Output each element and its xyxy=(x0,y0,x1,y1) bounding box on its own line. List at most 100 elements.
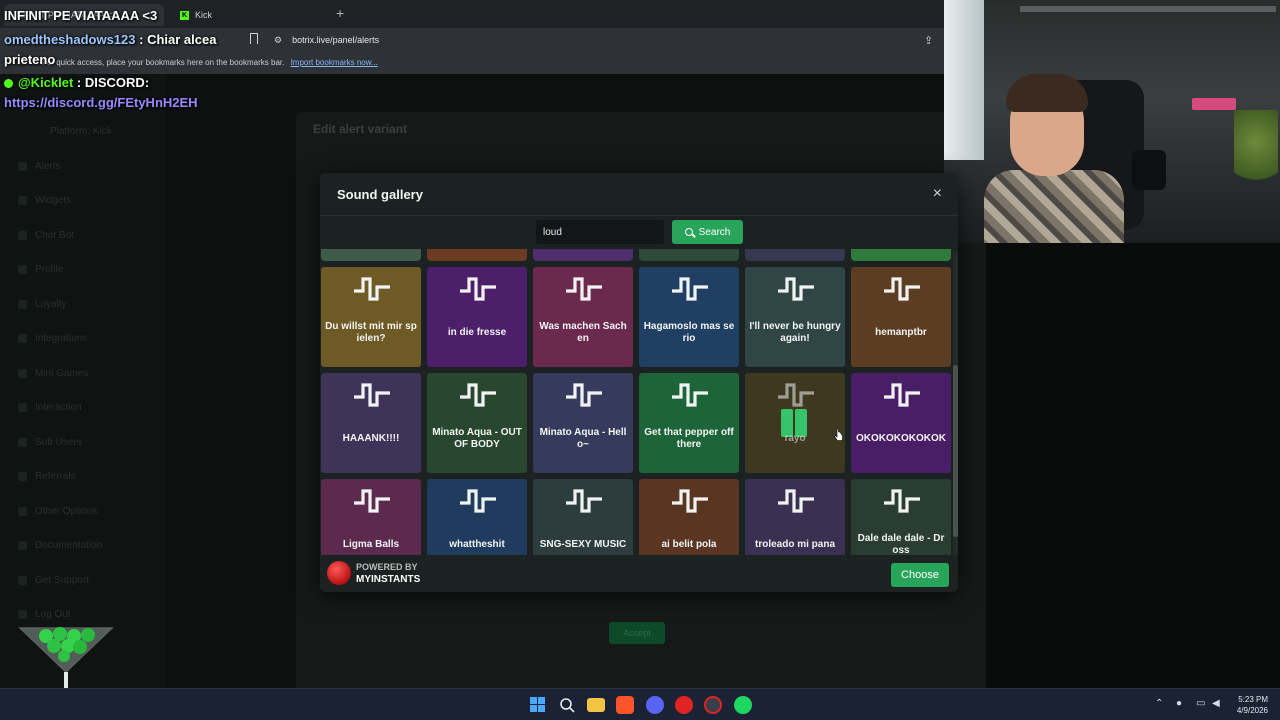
sidebar-item[interactable]: Referrals xyxy=(18,471,76,482)
sound-card[interactable]: I'll never be hungry again! xyxy=(745,267,845,367)
sidebar-item[interactable]: Log Out xyxy=(18,609,71,620)
youtube-icon[interactable] xyxy=(675,696,693,714)
powered-by-brand[interactable]: MYINSTANTS xyxy=(356,574,420,585)
sidebar-item-label: Platform: Kick xyxy=(50,126,112,137)
scrollbar-thumb[interactable] xyxy=(953,365,958,537)
sound-card-label: in die fresse xyxy=(447,327,507,338)
sound-card[interactable]: rayo xyxy=(745,373,845,473)
chat-text: Chiar alcea xyxy=(147,32,217,47)
import-bookmarks-link[interactable]: Import bookmarks now... xyxy=(291,58,378,67)
sound-card[interactable]: Du willst mit mir spielen? xyxy=(321,267,421,367)
sound-card-partial[interactable] xyxy=(745,249,845,261)
sidebar-item[interactable]: Sub Users xyxy=(18,437,82,448)
sound-card[interactable]: hemanptbr xyxy=(851,267,951,367)
waveform-icon xyxy=(354,277,390,301)
sound-card[interactable]: HAAANK!!!! xyxy=(321,373,421,473)
sound-card[interactable]: in die fresse xyxy=(427,267,527,367)
volume-icon[interactable]: ◀ xyxy=(1212,698,1220,709)
start-button[interactable] xyxy=(529,696,547,714)
file-explorer-icon[interactable] xyxy=(587,698,605,712)
sound-card[interactable]: Dale dale dale - Dross xyxy=(851,479,951,555)
sound-card[interactable]: Was machen Sachen xyxy=(533,267,633,367)
search-button-label: Search xyxy=(698,226,731,238)
sidebar-item[interactable]: Other Options xyxy=(18,506,97,517)
close-icon[interactable]: × xyxy=(933,185,942,203)
waveform-icon xyxy=(566,277,602,301)
sidebar-item[interactable]: Alerts xyxy=(18,161,61,172)
network-icon[interactable]: ▭ xyxy=(1196,698,1205,709)
sound-card-label: whattheshit xyxy=(449,539,505,550)
sidebar-item[interactable]: Get Support xyxy=(18,575,89,586)
sidebar-item[interactable]: Loyalty xyxy=(18,299,67,310)
url-text: botrix.live/panel/alerts xyxy=(292,35,380,45)
sidebar-item[interactable]: Profile xyxy=(18,264,63,275)
sound-card[interactable]: troleado mi pana xyxy=(745,479,845,555)
spotify-icon[interactable] xyxy=(734,696,752,714)
sidebar-item-icon xyxy=(18,541,27,550)
bookmark-icon[interactable] xyxy=(250,33,258,44)
sound-card[interactable]: Get that pepper off there xyxy=(639,373,739,473)
chat-text: DISCORD: xyxy=(84,75,150,90)
system-clock[interactable]: 5:23 PM 4/9/2026 xyxy=(1237,694,1268,716)
choose-button[interactable]: Choose xyxy=(891,563,949,587)
url-field[interactable]: ⚙ botrix.live/panel/alerts xyxy=(268,31,940,49)
sound-card-label: Ligma Balls xyxy=(342,539,400,550)
sound-grid: Du willst mit mir spielen? in die fresse W… xyxy=(321,267,951,555)
edit-alert-title: Edit alert variant xyxy=(313,122,408,136)
sound-card-partial[interactable] xyxy=(851,249,951,261)
sound-card[interactable]: SNG-SEXY MUSIC xyxy=(533,479,633,555)
sound-card[interactable]: Minato Aqua - OUT OF BODY xyxy=(427,373,527,473)
sidebar-item-label: Mini Games xyxy=(35,367,89,379)
sound-card-label: Get that pepper off there xyxy=(644,427,734,450)
discord-icon[interactable] xyxy=(646,696,664,714)
waveform-icon xyxy=(672,277,708,301)
chevron-up-icon[interactable]: ⌃ xyxy=(1155,698,1163,709)
microphone-icon[interactable]: ● xyxy=(1176,698,1182,709)
share-icon[interactable]: ⇪ xyxy=(924,34,933,47)
webcam-feed xyxy=(944,0,1280,243)
waveform-icon xyxy=(460,383,496,407)
waveform-icon xyxy=(566,489,602,513)
sound-card[interactable]: Ligma Balls xyxy=(321,479,421,555)
sound-card[interactable]: whattheshit xyxy=(427,479,527,555)
sidebar-item[interactable]: Mini Games xyxy=(18,368,88,379)
waveform-icon xyxy=(884,277,920,301)
sound-card-partial[interactable] xyxy=(321,249,421,261)
cam-plant xyxy=(1234,110,1278,190)
brave-browser-icon[interactable] xyxy=(616,696,634,714)
sidebar-item[interactable]: Platform: Kick xyxy=(50,126,112,137)
sidebar-item-icon xyxy=(18,472,27,481)
waveform-icon xyxy=(354,383,390,407)
search-icon[interactable] xyxy=(558,696,576,714)
accept-button[interactable]: Accept xyxy=(609,622,665,644)
obs-icon[interactable] xyxy=(704,696,722,714)
site-settings-icon[interactable]: ⚙ xyxy=(274,35,282,46)
sidebar-item[interactable]: Documentation xyxy=(18,540,102,551)
search-button[interactable]: Search xyxy=(672,220,743,244)
tab-label: Kick xyxy=(195,10,213,20)
sound-card-label: SNG-SEXY MUSIC xyxy=(539,539,627,550)
sound-grid-viewport[interactable]: Du willst mit mir spielen? in die fresse W… xyxy=(320,249,952,555)
cam-window xyxy=(944,0,984,160)
kick-badge-icon xyxy=(4,79,13,89)
sound-card-partial[interactable] xyxy=(639,249,739,261)
sidebar-item[interactable]: Chat Bot xyxy=(18,230,74,241)
discord-link[interactable]: https://discord.gg/FEtyHnH2EH xyxy=(4,95,198,110)
sound-card[interactable]: OKOKOKOKOKOK xyxy=(851,373,951,473)
sidebar-item[interactable]: Integrations xyxy=(18,333,87,344)
sidebar-item-icon xyxy=(18,196,27,205)
sound-card[interactable]: ai belit pola xyxy=(639,479,739,555)
clock-date: 4/9/2026 xyxy=(1236,706,1268,715)
sound-card-partial[interactable] xyxy=(427,249,527,261)
sound-card-label: Minato Aqua - OUT OF BODY xyxy=(432,427,522,450)
sound-card-partial[interactable] xyxy=(533,249,633,261)
new-tab-button[interactable]: + xyxy=(336,5,344,21)
search-input[interactable] xyxy=(536,220,664,244)
sound-card[interactable]: Hagamoslo mas serio xyxy=(639,267,739,367)
scrollbar[interactable] xyxy=(953,251,958,555)
sound-card[interactable]: Minato Aqua - Hello~ xyxy=(533,373,633,473)
browser-tab-kick[interactable]: K Kick xyxy=(170,4,330,26)
sidebar-item[interactable]: Widgets xyxy=(18,195,71,206)
modal-title: Sound gallery xyxy=(337,187,423,202)
sidebar-item[interactable]: Interaction xyxy=(18,402,82,413)
